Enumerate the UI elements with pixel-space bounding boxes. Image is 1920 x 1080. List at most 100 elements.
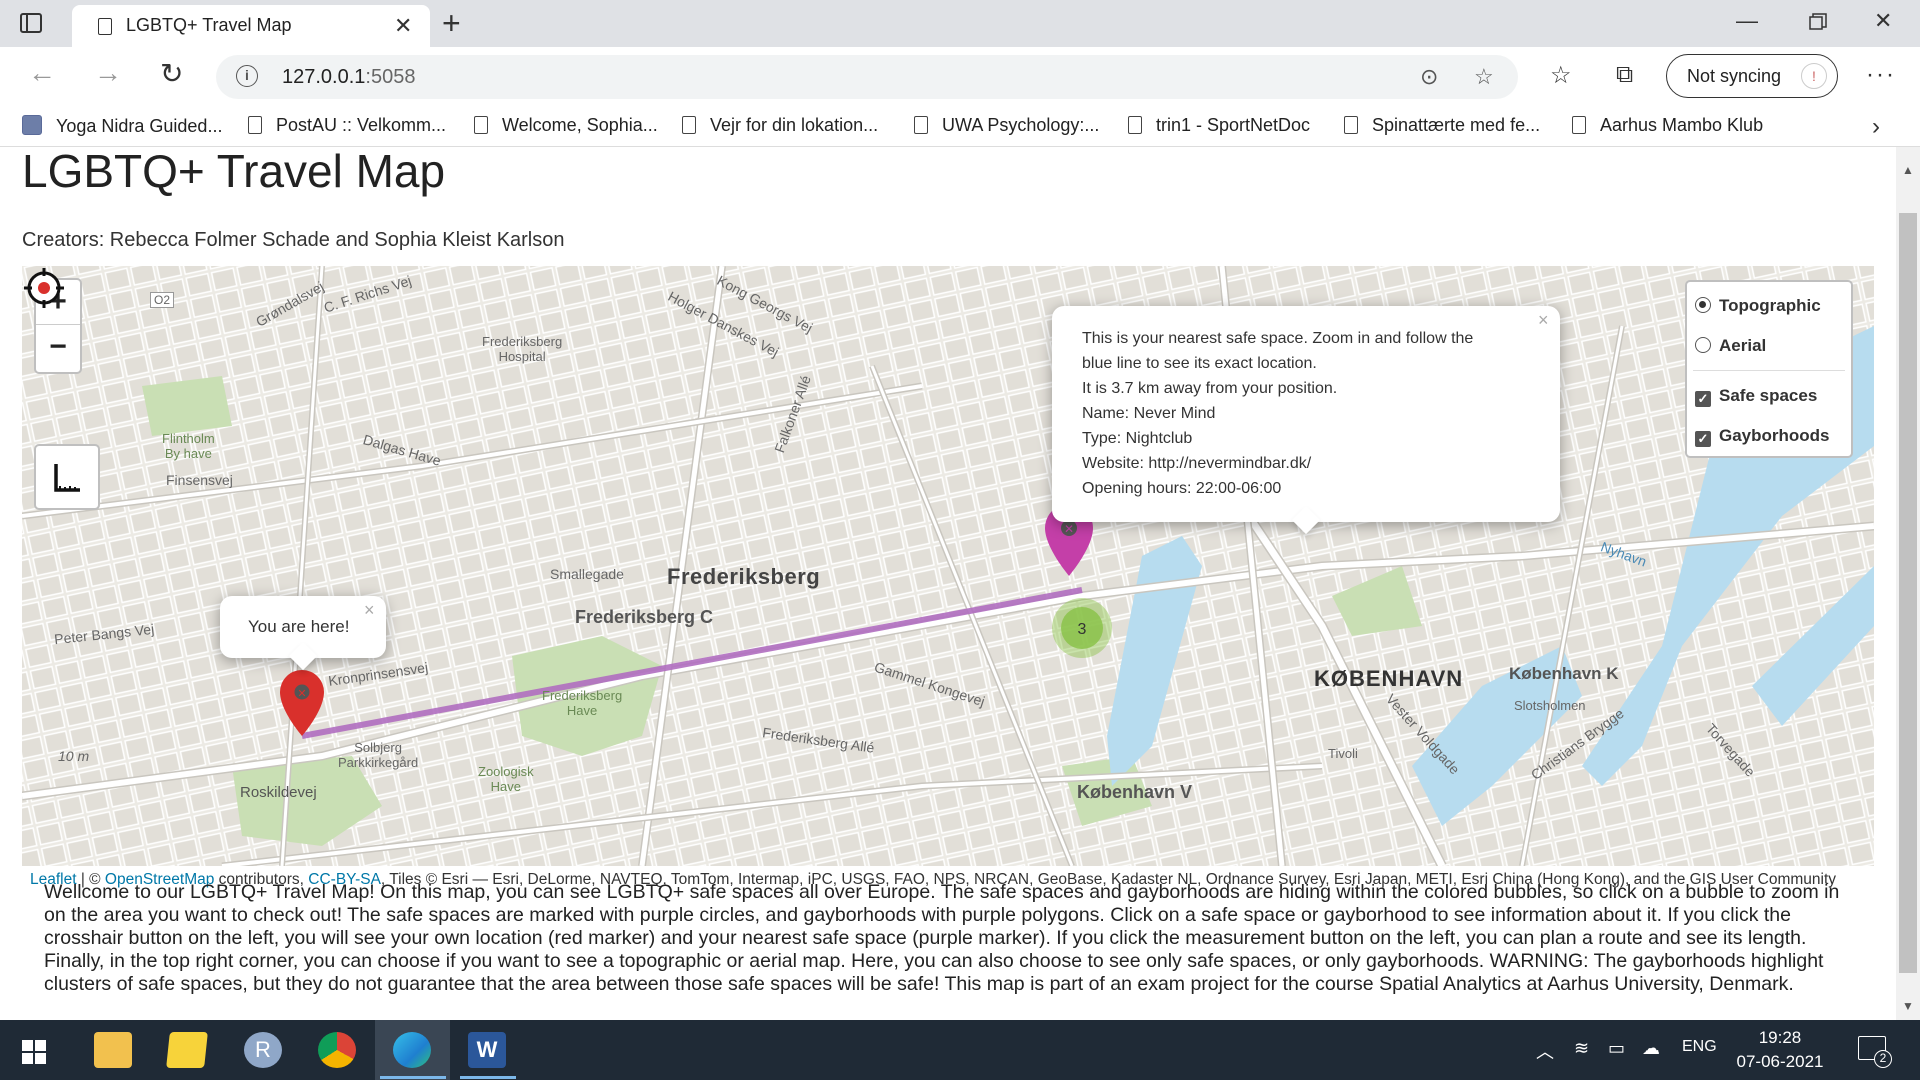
page-icon <box>682 116 696 134</box>
page-icon <box>1572 116 1586 134</box>
scroll-thumb[interactable] <box>1899 213 1917 973</box>
onedrive-cloud-icon[interactable]: ☁ <box>1642 1038 1660 1059</box>
address-bar[interactable]: i 127.0.0.1:5058 ⊙ ☆ <box>216 55 1518 99</box>
windows-taskbar: R W ︿ ≋ ▭ ☁ ENG 19:28 07-06-2021 2 <box>0 1020 1920 1080</box>
zoom-out-button[interactable]: − <box>36 325 80 370</box>
tray-overflow-chevron-icon[interactable]: ︿ <box>1536 1038 1554 1064</box>
edge-icon[interactable] <box>393 1032 431 1068</box>
layer-topographic[interactable]: Topographic <box>1695 296 1821 316</box>
user-popup-text: You are here! <box>248 617 350 636</box>
forward-arrow-icon[interactable]: → <box>94 57 122 89</box>
wifi-icon[interactable]: ≋ <box>1574 1038 1589 1059</box>
popup-distance: It is 3.7 km away from your position. <box>1082 380 1338 397</box>
yoga-favicon-icon <box>22 115 42 135</box>
layer-aerial[interactable]: Aerial <box>1695 336 1766 356</box>
map-label-finsensvej: Finsensvej <box>166 472 233 488</box>
map-label-kobenhavn: KØBENHAVN <box>1314 666 1464 691</box>
map-label-frederiksberg-have: Frederiksberg Have <box>542 688 623 718</box>
radio-selected-icon[interactable] <box>1695 297 1711 313</box>
page-favicon-icon <box>98 18 112 35</box>
window-close-icon[interactable]: ✕ <box>1874 8 1892 34</box>
map-label-frederiksberg: Frederiksberg <box>667 564 821 589</box>
bookmark-item[interactable]: trin1 - SportNetDoc <box>1128 115 1310 136</box>
map-label-flintholm: Flintholm By have <box>162 431 215 461</box>
popup-website: Website: http://nevermindbar.dk/ <box>1082 455 1312 472</box>
collections-icon[interactable]: ⧉ <box>1616 61 1633 89</box>
chrome-icon[interactable] <box>318 1032 356 1068</box>
tab-actions-icon[interactable] <box>18 10 44 36</box>
locate-crosshair-icon[interactable] <box>22 266 66 310</box>
creators-text: Creators: Rebecca Folmer Schade and Soph… <box>22 229 565 251</box>
profile-avatar: ! <box>1801 63 1827 89</box>
sticky-notes-icon[interactable] <box>166 1032 208 1068</box>
checkbox-checked-icon[interactable]: ✓ <box>1695 391 1711 407</box>
svg-text:✕: ✕ <box>297 688 306 700</box>
bookmarks-overflow-chevron-icon[interactable]: › <box>1872 113 1880 141</box>
minimize-icon[interactable]: — <box>1736 8 1758 34</box>
popup-close-icon[interactable]: × <box>364 600 375 621</box>
favorites-icon[interactable]: ☆ <box>1550 61 1572 90</box>
popup-line: blue line to see its exact location. <box>1082 355 1317 372</box>
bookmark-item[interactable]: PostAU :: Velkomm... <box>248 115 446 136</box>
map-label-zoologisk: Zoologisk Have <box>478 764 534 794</box>
user-location-popup: You are here! × <box>220 596 386 671</box>
scroll-down-icon[interactable]: ▼ <box>1902 999 1914 1013</box>
map-label-solbjerg: Solbjerg Parkkirkegård <box>338 740 419 770</box>
popup-hours: Opening hours: 22:00-06:00 <box>1082 480 1282 497</box>
page-icon <box>248 116 262 134</box>
bookmark-item[interactable]: UWA Psychology:... <box>914 115 1099 136</box>
map-label-frederiksberg-c: Frederiksberg C <box>575 607 714 627</box>
reload-icon[interactable]: ↻ <box>160 57 183 90</box>
page-icon <box>1344 116 1358 134</box>
edge-active-indicator <box>380 1076 446 1079</box>
page-icon <box>474 116 488 134</box>
checkbox-checked-icon[interactable]: ✓ <box>1695 431 1711 447</box>
measure-button[interactable] <box>34 444 100 510</box>
back-arrow-icon[interactable]: ← <box>28 57 56 89</box>
bookmark-item[interactable]: Spinattærte med fe... <box>1344 115 1540 136</box>
map-label-slotsholmen: Slotsholmen <box>1514 698 1586 713</box>
page-scrollbar[interactable]: ▲ ▼ <box>1896 147 1920 1020</box>
layers-divider <box>1693 370 1845 371</box>
windows-start-icon[interactable] <box>22 1040 46 1064</box>
location-pin-icon[interactable]: ⊙ <box>1420 64 1438 90</box>
sync-label: Not syncing <box>1687 66 1782 86</box>
url-text[interactable]: 127.0.0.1:5058 <box>282 66 415 89</box>
intro-paragraph: Wellcome to our LGBTQ+ Travel Map! On th… <box>44 881 1840 995</box>
browser-tab-active[interactable]: LGBTQ+ Travel Map ✕ <box>72 5 430 47</box>
popup-line: This is your nearest safe space. Zoom in… <box>1082 330 1474 347</box>
sync-button[interactable]: Not syncing ! <box>1666 54 1838 98</box>
file-explorer-icon[interactable] <box>94 1032 132 1068</box>
bookmark-item[interactable]: Welcome, Sophia... <box>474 115 658 136</box>
page-icon <box>914 116 928 134</box>
map-view[interactable]: 3 ✕ ✕ Frederiksberg Frederiksberg C KØBE… <box>22 266 1874 866</box>
overlay-gayborhoods[interactable]: ✓ Gayborhoods <box>1695 426 1830 447</box>
bookmark-item[interactable]: Vejr for din lokation... <box>682 115 878 136</box>
restore-icon[interactable] <box>1808 12 1828 32</box>
add-favorite-icon[interactable]: ☆ <box>1474 64 1494 90</box>
notification-badge: 2 <box>1874 1050 1892 1068</box>
battery-icon[interactable]: ▭ <box>1608 1038 1625 1059</box>
map-label-route-o2: O2 <box>150 292 175 308</box>
bookmark-item[interactable]: Yoga Nidra Guided... <box>22 115 222 137</box>
site-info-icon[interactable]: i <box>236 65 258 87</box>
r-app-icon[interactable]: R <box>244 1032 282 1068</box>
tab-close-icon[interactable]: ✕ <box>394 13 412 39</box>
svg-text:✕: ✕ <box>1064 522 1074 536</box>
language-indicator[interactable]: ENG <box>1682 1038 1717 1056</box>
radio-unselected-icon[interactable] <box>1695 337 1711 353</box>
page-icon <box>1128 116 1142 134</box>
popup-close-icon[interactable]: × <box>1538 310 1549 331</box>
more-menu-icon[interactable]: ··· <box>1866 61 1896 89</box>
overlay-safe-spaces[interactable]: ✓ Safe spaces <box>1695 386 1817 407</box>
bookmark-item[interactable]: Aarhus Mambo Klub <box>1572 115 1763 136</box>
system-clock[interactable]: 19:28 07-06-2021 <box>1720 1026 1840 1074</box>
layers-control: Topographic Aerial ✓ Safe spaces ✓ Gayborh… <box>1685 280 1853 458</box>
word-icon[interactable]: W <box>468 1032 506 1068</box>
map-tiles: 3 ✕ ✕ <box>22 266 1874 866</box>
scroll-up-icon[interactable]: ▲ <box>1902 163 1914 177</box>
new-tab-icon[interactable]: + <box>442 5 461 42</box>
page-title: LGBTQ+ Travel Map <box>22 147 446 197</box>
map-label-hospital: Frederiksberg Hospital <box>482 334 563 364</box>
popup-name: Name: Never Mind <box>1082 405 1216 422</box>
